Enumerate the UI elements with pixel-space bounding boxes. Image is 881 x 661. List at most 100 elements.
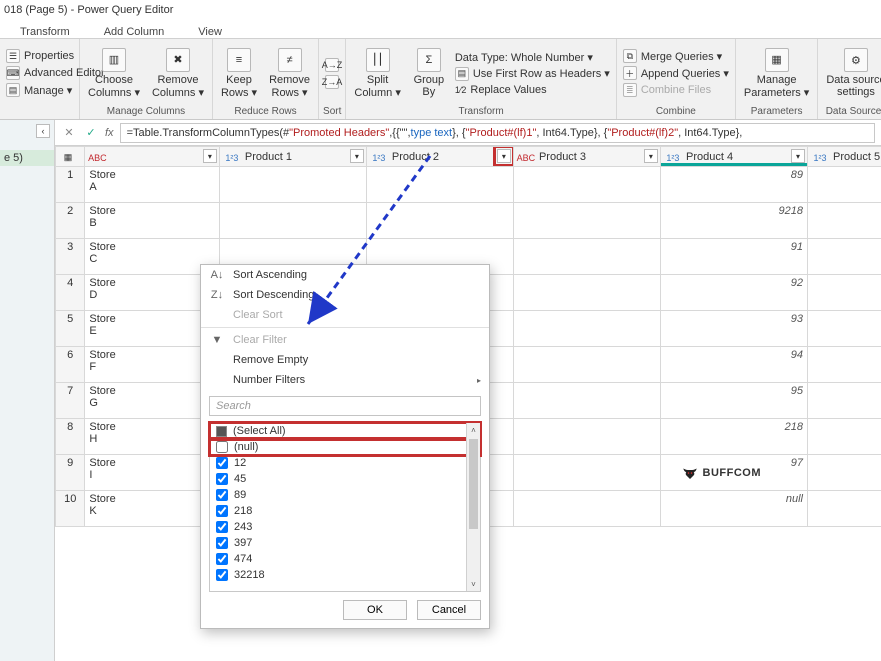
filter-option[interactable]: 12 bbox=[210, 455, 480, 471]
data-cell[interactable] bbox=[513, 239, 660, 275]
tab-addcolumn[interactable]: Add Column bbox=[102, 26, 167, 38]
data-cell[interactable]: Store B bbox=[85, 203, 219, 239]
col-header-3[interactable]: ABC Product 3 ▾ bbox=[513, 147, 660, 167]
append-queries-button[interactable]: ＋Append Queries ▾ bbox=[621, 65, 731, 81]
remove-rows-button[interactable]: ≠ Remove Rows ▾ bbox=[265, 46, 314, 101]
filter-option[interactable]: 45 bbox=[210, 471, 480, 487]
replace-values-button[interactable]: 1⁄2 Replace Values bbox=[453, 83, 612, 97]
data-cell[interactable]: 9218 bbox=[660, 203, 807, 239]
formula-fx-icon[interactable]: fx bbox=[105, 127, 114, 139]
data-cell[interactable]: 93 bbox=[660, 311, 807, 347]
row-number-cell[interactable]: 9 bbox=[56, 455, 85, 491]
data-cell[interactable] bbox=[807, 167, 881, 203]
data-cell[interactable] bbox=[807, 383, 881, 419]
row-number-cell[interactable]: 5 bbox=[56, 311, 85, 347]
filter-scrollbar[interactable]: ˄ ˅ bbox=[466, 423, 480, 591]
data-cell[interactable]: Store A bbox=[85, 167, 219, 203]
data-cell[interactable] bbox=[513, 491, 660, 527]
filter-option-null[interactable]: (null) bbox=[210, 439, 480, 455]
data-cell[interactable] bbox=[807, 311, 881, 347]
data-cell[interactable]: null bbox=[660, 491, 807, 527]
ok-button[interactable]: OK bbox=[343, 600, 407, 620]
row-number-cell[interactable]: 2 bbox=[56, 203, 85, 239]
queries-pane[interactable]: ‹ e 5) bbox=[0, 120, 55, 661]
filter-search-input[interactable]: Search bbox=[209, 396, 481, 416]
data-cell[interactable] bbox=[513, 383, 660, 419]
row-number-cell[interactable]: 10 bbox=[56, 491, 85, 527]
row-number-cell[interactable]: 4 bbox=[56, 275, 85, 311]
data-cell[interactable] bbox=[513, 203, 660, 239]
col-header-1[interactable]: 1²3 Product 1 ▾ bbox=[219, 147, 366, 167]
filter-option[interactable]: 32218 bbox=[210, 567, 480, 583]
data-cell[interactable] bbox=[513, 347, 660, 383]
data-cell[interactable] bbox=[807, 491, 881, 527]
scroll-thumb[interactable] bbox=[469, 439, 478, 529]
merge-queries-button[interactable]: ⧉Merge Queries ▾ bbox=[621, 48, 731, 64]
data-cell[interactable]: 91 bbox=[660, 239, 807, 275]
filter-option[interactable]: 474 bbox=[210, 551, 480, 567]
filter-option[interactable]: 243 bbox=[210, 519, 480, 535]
combine-files-button[interactable]: ≣Combine Files bbox=[621, 82, 731, 98]
col-filter-dropdown[interactable]: ▾ bbox=[350, 149, 364, 163]
data-cell[interactable] bbox=[807, 239, 881, 275]
col-header-0[interactable]: ABC ▾ bbox=[85, 147, 219, 167]
sort-desc-item[interactable]: Z↓ Sort Descending bbox=[201, 285, 489, 305]
scroll-down-icon[interactable]: ˅ bbox=[467, 577, 480, 591]
data-cell[interactable] bbox=[513, 167, 660, 203]
manage-parameters-button[interactable]: ▦ Manage Parameters ▾ bbox=[740, 46, 813, 101]
sort-asc-item[interactable]: A↓ Sort Ascending bbox=[201, 265, 489, 285]
row-number-cell[interactable]: 6 bbox=[56, 347, 85, 383]
formula-cancel-icon[interactable]: ✕ bbox=[61, 126, 77, 139]
data-cell[interactable] bbox=[807, 203, 881, 239]
datatype-button[interactable]: Data Type: Whole Number ▾ bbox=[453, 50, 612, 65]
query-item[interactable]: e 5) bbox=[0, 150, 54, 166]
data-cell[interactable]: 218 bbox=[660, 419, 807, 455]
selectall-checkbox[interactable] bbox=[216, 426, 227, 437]
cancel-button[interactable]: Cancel bbox=[417, 600, 481, 620]
data-cell[interactable] bbox=[807, 419, 881, 455]
table-row[interactable]: 1Store A89 bbox=[56, 167, 881, 203]
data-cell[interactable] bbox=[513, 275, 660, 311]
filter-option[interactable]: 218 bbox=[210, 503, 480, 519]
keep-rows-button[interactable]: ≡ Keep Rows ▾ bbox=[217, 46, 261, 101]
data-cell[interactable] bbox=[366, 167, 513, 203]
data-cell[interactable] bbox=[513, 419, 660, 455]
col-filter-dropdown[interactable]: ▾ bbox=[203, 149, 217, 163]
col-header-5[interactable]: 1²3 Product 5 bbox=[807, 147, 881, 167]
row-number-cell[interactable]: 3 bbox=[56, 239, 85, 275]
col-filter-dropdown[interactable]: ▾ bbox=[644, 149, 658, 163]
filter-option-selectall[interactable]: (Select All) bbox=[210, 423, 480, 439]
filter-option[interactable]: 397 bbox=[210, 535, 480, 551]
data-cell[interactable]: 94 bbox=[660, 347, 807, 383]
corner-cell[interactable]: ▦ bbox=[56, 147, 85, 167]
data-cell[interactable]: 89 bbox=[660, 167, 807, 203]
datasource-settings-button[interactable]: ⚙ Data source settings bbox=[822, 46, 881, 100]
remove-empty-item[interactable]: Remove Empty bbox=[201, 350, 489, 370]
row-number-cell[interactable]: 7 bbox=[56, 383, 85, 419]
collapse-queries-icon[interactable]: ‹ bbox=[36, 124, 50, 138]
data-cell[interactable] bbox=[219, 167, 366, 203]
tab-view[interactable]: View bbox=[196, 26, 224, 38]
data-cell[interactable] bbox=[219, 203, 366, 239]
tab-transform[interactable]: Transform bbox=[18, 26, 72, 38]
choose-columns-button[interactable]: ▥ Choose Columns ▾ bbox=[84, 46, 144, 101]
data-cell[interactable] bbox=[807, 347, 881, 383]
sort-asc-button[interactable]: A→Z bbox=[323, 57, 341, 73]
formula-input[interactable]: = Table.TransformColumnTypes(#"Promoted … bbox=[120, 123, 875, 143]
scroll-up-icon[interactable]: ˄ bbox=[467, 423, 480, 437]
col-header-2[interactable]: 1²3 Product 2 ▾ bbox=[366, 147, 513, 167]
data-cell[interactable] bbox=[366, 203, 513, 239]
group-by-button[interactable]: Σ Group By bbox=[409, 46, 449, 100]
col-filter-dropdown[interactable]: ▾ bbox=[791, 149, 805, 163]
data-cell[interactable] bbox=[807, 275, 881, 311]
data-cell[interactable]: 95 bbox=[660, 383, 807, 419]
filter-option[interactable]: 89 bbox=[210, 487, 480, 503]
remove-columns-button[interactable]: ✖ Remove Columns ▾ bbox=[148, 46, 208, 101]
table-row[interactable]: 2Store B 9218 bbox=[56, 203, 881, 239]
firstrow-headers-button[interactable]: ▤ Use First Row as Headers ▾ bbox=[453, 66, 612, 82]
sort-desc-button[interactable]: Z→A bbox=[323, 74, 341, 90]
row-number-cell[interactable]: 8 bbox=[56, 419, 85, 455]
formula-accept-icon[interactable]: ✓ bbox=[83, 126, 99, 139]
col-header-4[interactable]: 1²3 Product 4 ▾ bbox=[660, 147, 807, 167]
data-cell[interactable]: 92 bbox=[660, 275, 807, 311]
